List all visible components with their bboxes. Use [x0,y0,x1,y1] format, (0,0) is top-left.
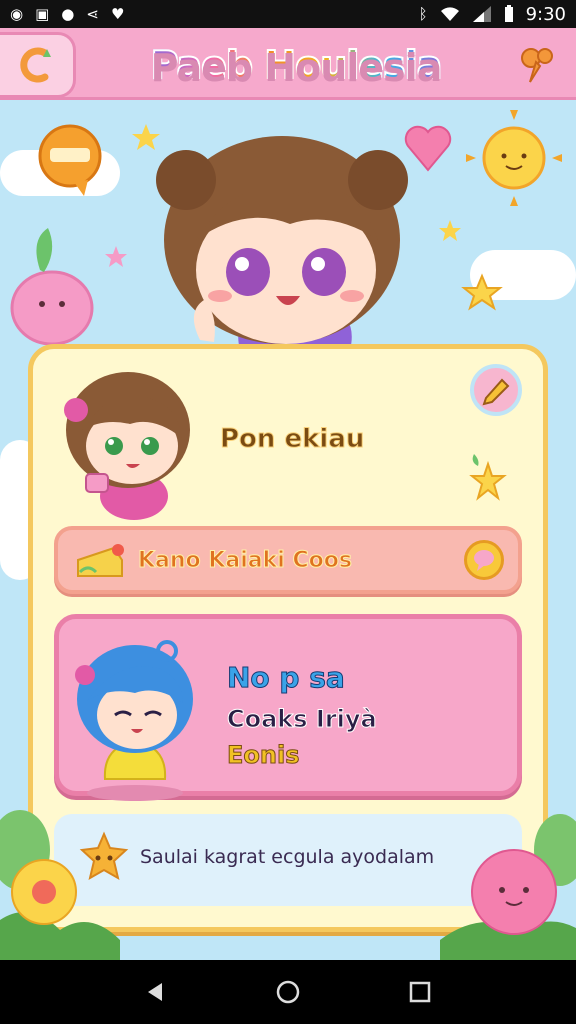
edit-button[interactable] [470,364,522,416]
cheese-icon [77,544,124,577]
sandwich-icon [38,124,102,196]
friend-name: No p sa [227,661,346,695]
sun-icon [466,110,562,206]
gallery-icon: ▣ [35,5,50,23]
status-time: 9:30 [525,3,566,25]
status-icons-left: ◉ ▣ ● ⋖ ♥ [10,5,124,23]
friend-tag: Eonis [226,741,300,770]
signal-icon [472,6,491,22]
banner-text: Kano Kaiaki Coos [138,548,353,574]
wifi-icon [440,7,459,21]
status-bar: ◉ ▣ ● ⋖ ♥ ᛒ 9:30 [0,0,576,28]
heart-icon [404,125,452,172]
chat-bubble-icon [474,550,494,571]
bluetooth-icon: ᛒ [418,5,428,23]
star-icon [461,273,503,311]
bottom-scenery [0,810,576,960]
app-header: Paeb Houlesia [0,28,576,100]
nav-recents-icon [409,981,431,1003]
friend-avatar [75,640,193,801]
profile-name: Pon ekiau [219,424,365,455]
battery-icon [504,5,513,22]
nav-home-icon [276,980,300,1004]
star-icon [132,124,160,150]
chat-button[interactable] [464,540,504,580]
app-title: Paeb Houlesia [126,42,466,88]
back-button[interactable] [0,32,76,98]
system-nav-bar [0,960,576,1024]
chrome-icon: ◉ [10,5,24,23]
star-icon [105,246,127,267]
status-icons-right: ᛒ 9:30 [419,4,566,25]
mail-icon: ● [61,5,75,23]
star-icon [439,220,461,241]
friend-status: Coaks Iriyà [227,705,378,734]
banner[interactable]: Kano Kaiaki Coos [54,526,522,594]
app-title-text: Paeb Houlesia [150,42,444,88]
main-character-illustration [156,136,408,350]
bookmark-icon: ♥ [110,5,125,23]
avatar[interactable] [54,360,204,520]
edit-pencil-icon [482,378,510,406]
flower-icon [11,859,77,925]
friend-card[interactable]: No p sa Coaks Iriyà Eonis [54,614,522,801]
scenery-illustration [10,110,562,350]
pink-blob-icon [471,849,557,935]
pin-icon[interactable] [514,42,560,88]
nav-back-button[interactable] [134,970,178,1014]
share-icon: ⋖ [86,5,99,23]
nav-recents-button[interactable] [398,970,442,1014]
pink-blob-character [10,228,94,346]
star-decoration-icon [469,454,507,501]
nav-home-button[interactable] [266,970,310,1014]
nav-back-icon [148,983,162,1001]
back-arrow-icon [19,47,51,83]
